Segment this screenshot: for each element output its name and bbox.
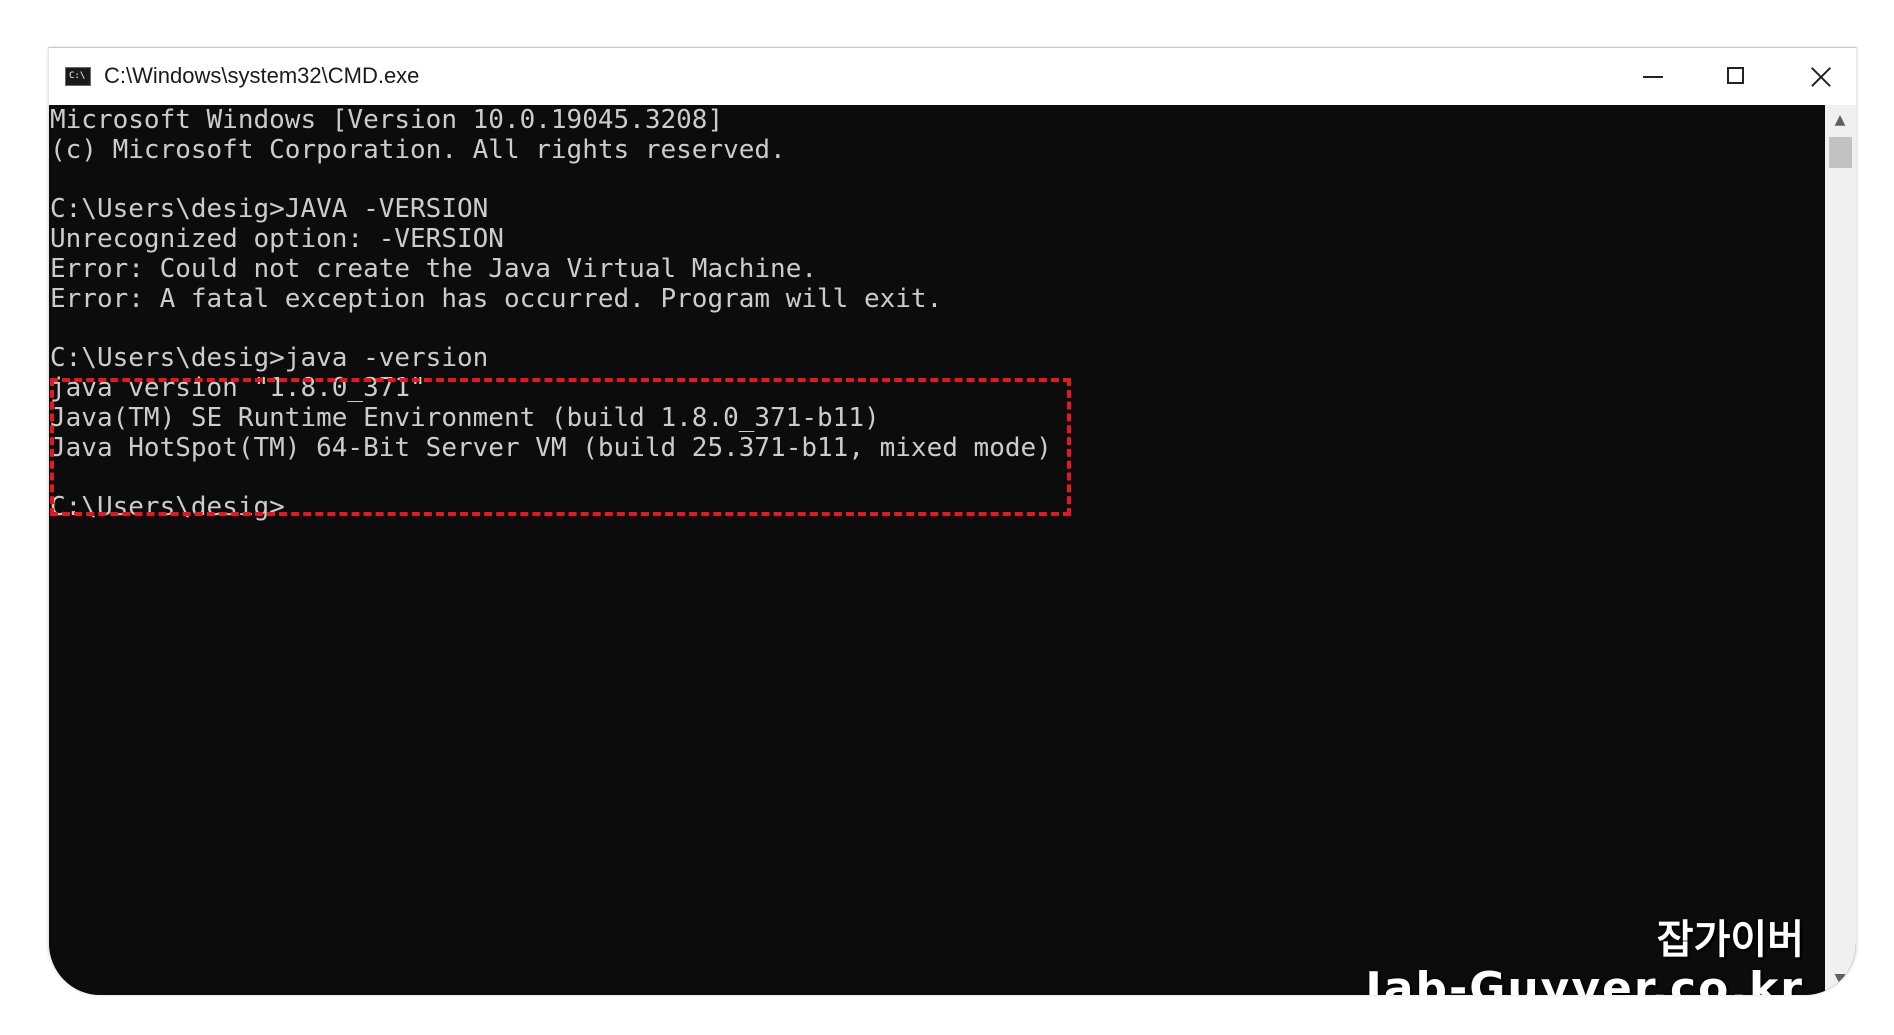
console-output[interactable]: Microsoft Windows [Version 10.0.19045.32… — [49, 105, 1825, 995]
console-line: Microsoft Windows [Version 10.0.19045.32… — [50, 105, 724, 135]
minimize-icon — [1643, 76, 1663, 78]
console-line: Error: A fatal exception has occurred. P… — [50, 284, 943, 314]
close-icon — [1810, 66, 1832, 88]
maximize-button[interactable] — [1693, 48, 1777, 105]
vertical-scrollbar[interactable]: ▲ ▼ — [1825, 105, 1856, 995]
console-line: Unrecognized option: -VERSION — [50, 224, 504, 254]
minimize-button[interactable] — [1609, 48, 1693, 105]
console-line: (c) Microsoft Corporation. All rights re… — [50, 135, 786, 165]
watermark-domain: Jab-Guyver.co.kr — [1365, 963, 1804, 996]
cmd-app-icon[interactable]: C:\ — [65, 67, 91, 86]
scroll-thumb[interactable] — [1829, 137, 1852, 168]
scroll-down-icon[interactable]: ▼ — [1832, 972, 1848, 986]
scroll-up-icon[interactable]: ▲ — [1832, 113, 1848, 127]
window-title: C:\Windows\system32\CMD.exe — [104, 63, 420, 88]
watermark-korean: 잡가이버 — [1656, 917, 1804, 963]
console-line: Error: Could not create the Java Virtual… — [50, 254, 818, 284]
console-line: C:\Users\desig>java -version — [50, 343, 489, 373]
title-bar[interactable]: C:\ C:\Windows\system32\CMD.exe — [49, 48, 1856, 105]
maximize-icon — [1727, 67, 1744, 84]
close-button[interactable] — [1777, 48, 1856, 105]
console-line: C:\Users\desig>JAVA -VERSION — [50, 194, 489, 224]
highlight-box — [50, 378, 1071, 516]
cmd-window: C:\ C:\Windows\system32\CMD.exe Microsof… — [48, 47, 1857, 995]
